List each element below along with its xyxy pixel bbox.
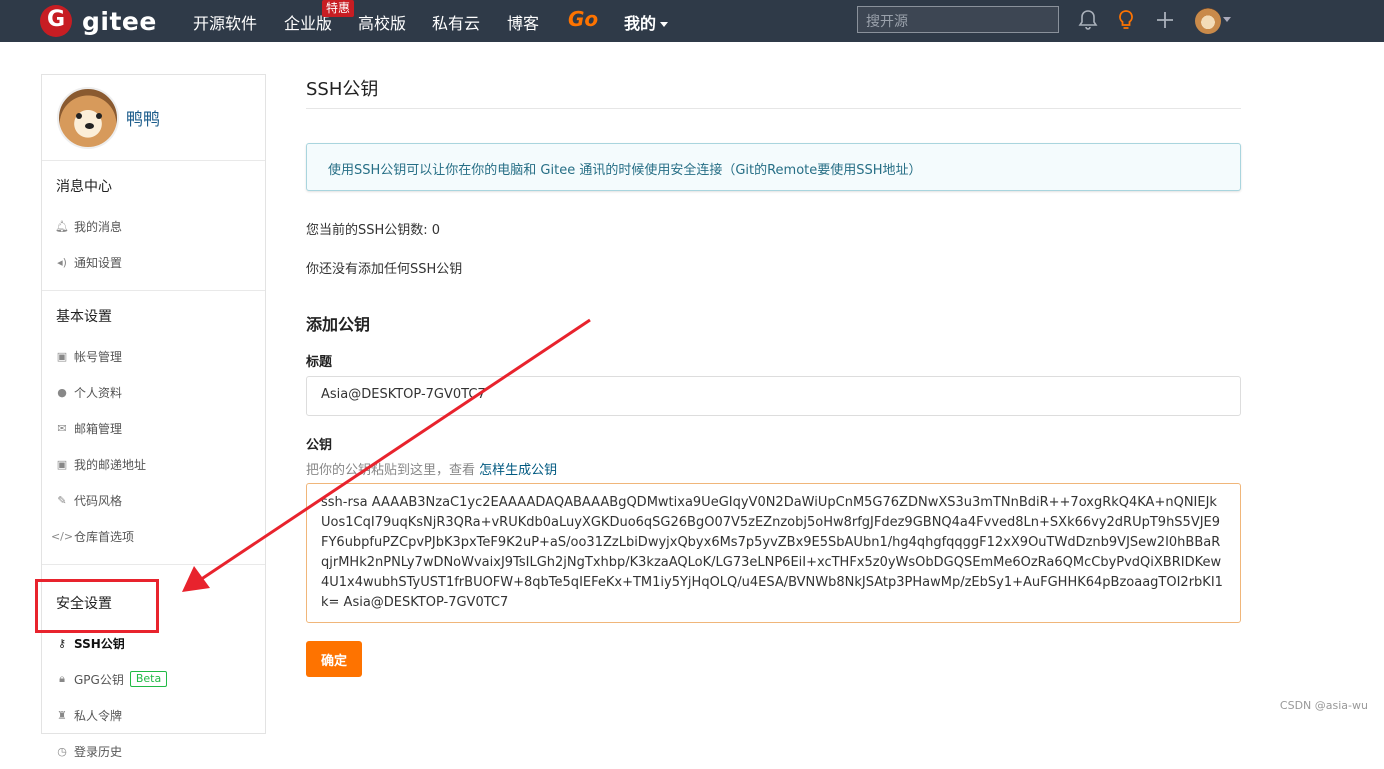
main-content: SSH公钥 使用SSH公钥可以让你在你的电脑和 Gitee 通讯的时候使用安全连… — [306, 70, 1241, 677]
section-messages: 消息中心 🔔︎ 我的消息 ◂) 通知设置 — [42, 161, 265, 280]
sidebar-item-notification-settings[interactable]: ◂) 通知设置 — [56, 244, 251, 280]
address-card-icon: ▣ — [56, 458, 68, 470]
user-icon: ● — [56, 386, 68, 398]
how-to-generate-key-link[interactable]: 怎样生成公钥 — [479, 463, 557, 478]
nav-private-cloud[interactable]: 私有云 — [432, 10, 480, 34]
user-avatar[interactable] — [1195, 8, 1221, 34]
title-label: 标题 — [306, 351, 1241, 370]
confirm-button[interactable]: 确定 — [306, 641, 362, 677]
sidebar-item-repo-preferences[interactable]: </> 仓库首选项 — [56, 518, 251, 554]
history-icon: ◷ — [56, 745, 68, 757]
sidebar-item-account[interactable]: ▣ 帐号管理 — [56, 338, 251, 374]
sidebar-item-profile[interactable]: ● 个人资料 — [56, 374, 251, 410]
nav-blog[interactable]: 博客 — [507, 10, 539, 34]
section-title: 基本设置 — [56, 291, 251, 338]
sidebar-item-label: 代码风格 — [74, 492, 122, 509]
section-basic-settings: 基本设置 ▣ 帐号管理 ● 个人资料 ✉ 邮箱管理 ▣ 我的邮递地址 ✎ 代码风… — [42, 290, 265, 554]
watermark: CSDN @asia-wu — [1280, 699, 1368, 712]
sidebar-item-label: SSH公钥 — [74, 635, 125, 652]
sidebar-item-email[interactable]: ✉ 邮箱管理 — [56, 410, 251, 446]
beta-badge: Beta — [130, 671, 167, 687]
sidebar-item-gpg-keys[interactable]: 🔒︎ GPG公钥 Beta — [56, 661, 251, 697]
sidebar-item-label: GPG公钥 — [74, 671, 124, 688]
sidebar-item-my-messages[interactable]: 🔔︎ 我的消息 — [56, 208, 251, 244]
key-label: 公钥 — [306, 434, 1241, 453]
sidebar-item-login-history[interactable]: ◷ 登录历史 — [56, 733, 251, 769]
sidebar-item-code-style[interactable]: ✎ 代码风格 — [56, 482, 251, 518]
annotation-highlight-box — [35, 579, 159, 633]
lock-icon: 🔒︎ — [56, 673, 68, 685]
promo-badge: 特惠 — [322, 0, 354, 17]
key-icon: ⚷ — [56, 637, 68, 649]
search-input[interactable]: 搜开源 — [857, 6, 1059, 33]
settings-sidebar: 鸭鸭 消息中心 🔔︎ 我的消息 ◂) 通知设置 基本设置 ▣ 帐号管理 ● 个人… — [41, 74, 266, 734]
nav-mine-label: 我的 — [624, 14, 656, 33]
sidebar-item-label: 我的邮递地址 — [74, 456, 146, 473]
public-key-textarea[interactable]: ssh-rsa AAAAB3NzaC1yc2EAAAADAQABAAABgQDM… — [306, 483, 1241, 623]
chevron-down-icon[interactable] — [1223, 17, 1231, 22]
sidebar-item-tokens[interactable]: ♜ 私人令牌 — [56, 697, 251, 733]
key-hint: 把你的公钥粘贴到这里，查看 怎样生成公钥 — [306, 459, 1241, 478]
ssh-key-count: 您当前的SSH公钥数: 0 — [306, 219, 1241, 238]
sidebar-item-label: 帐号管理 — [74, 348, 122, 365]
chevron-down-icon — [660, 22, 668, 27]
empty-state-text: 你还没有添加任何SSH公钥 — [306, 258, 1241, 277]
section-title: 消息中心 — [56, 161, 251, 208]
add-key-heading: 添加公钥 — [306, 311, 1241, 335]
sidebar-item-label: 仓库首选项 — [74, 528, 134, 545]
code-icon: </> — [56, 530, 68, 542]
key-hint-text: 把你的公钥粘贴到这里，查看 — [306, 463, 475, 478]
nav-go[interactable]: Go — [568, 7, 598, 31]
bell-icon: 🔔︎ — [56, 220, 68, 232]
profile-card: 鸭鸭 — [42, 75, 265, 161]
nav-mine[interactable]: 我的 — [624, 10, 668, 34]
nav-education[interactable]: 高校版 — [358, 10, 406, 34]
plus-icon[interactable] — [1153, 8, 1177, 32]
user-secret-icon: ♜ — [56, 709, 68, 721]
sidebar-item-label: 个人资料 — [74, 384, 122, 401]
envelope-icon: ✉ — [56, 422, 68, 434]
brush-icon: ✎ — [56, 494, 68, 506]
sidebar-item-label: 邮箱管理 — [74, 420, 122, 437]
gitee-logo[interactable]: G gitee — [40, 5, 157, 37]
lightbulb-icon[interactable] — [1114, 8, 1138, 32]
nav-open-source[interactable]: 开源软件 — [193, 10, 257, 34]
sidebar-item-label: 通知设置 — [74, 254, 122, 271]
sidebar-item-label: 私人令牌 — [74, 707, 122, 724]
username[interactable]: 鸭鸭 — [126, 105, 160, 130]
gitee-logo-icon: G — [40, 5, 72, 37]
key-title-input[interactable]: Asia@DESKTOP-7GV0TC7 — [306, 376, 1241, 416]
top-navbar: G gitee 开源软件 企业版 特惠 高校版 私有云 博客 Go 我的 搜开源 — [0, 0, 1384, 42]
sidebar-item-mail-address[interactable]: ▣ 我的邮递地址 — [56, 446, 251, 482]
logo-text: gitee — [82, 7, 157, 36]
speaker-icon: ◂) — [56, 256, 68, 268]
sidebar-item-label: 登录历史 — [74, 743, 122, 760]
id-card-icon: ▣ — [56, 350, 68, 362]
bell-icon[interactable] — [1076, 8, 1100, 32]
avatar[interactable] — [57, 87, 119, 149]
page-title: SSH公钥 — [306, 70, 1241, 109]
info-message: 使用SSH公钥可以让你在你的电脑和 Gitee 通讯的时候使用安全连接（Git的… — [306, 143, 1241, 191]
sidebar-item-label: 我的消息 — [74, 218, 122, 235]
